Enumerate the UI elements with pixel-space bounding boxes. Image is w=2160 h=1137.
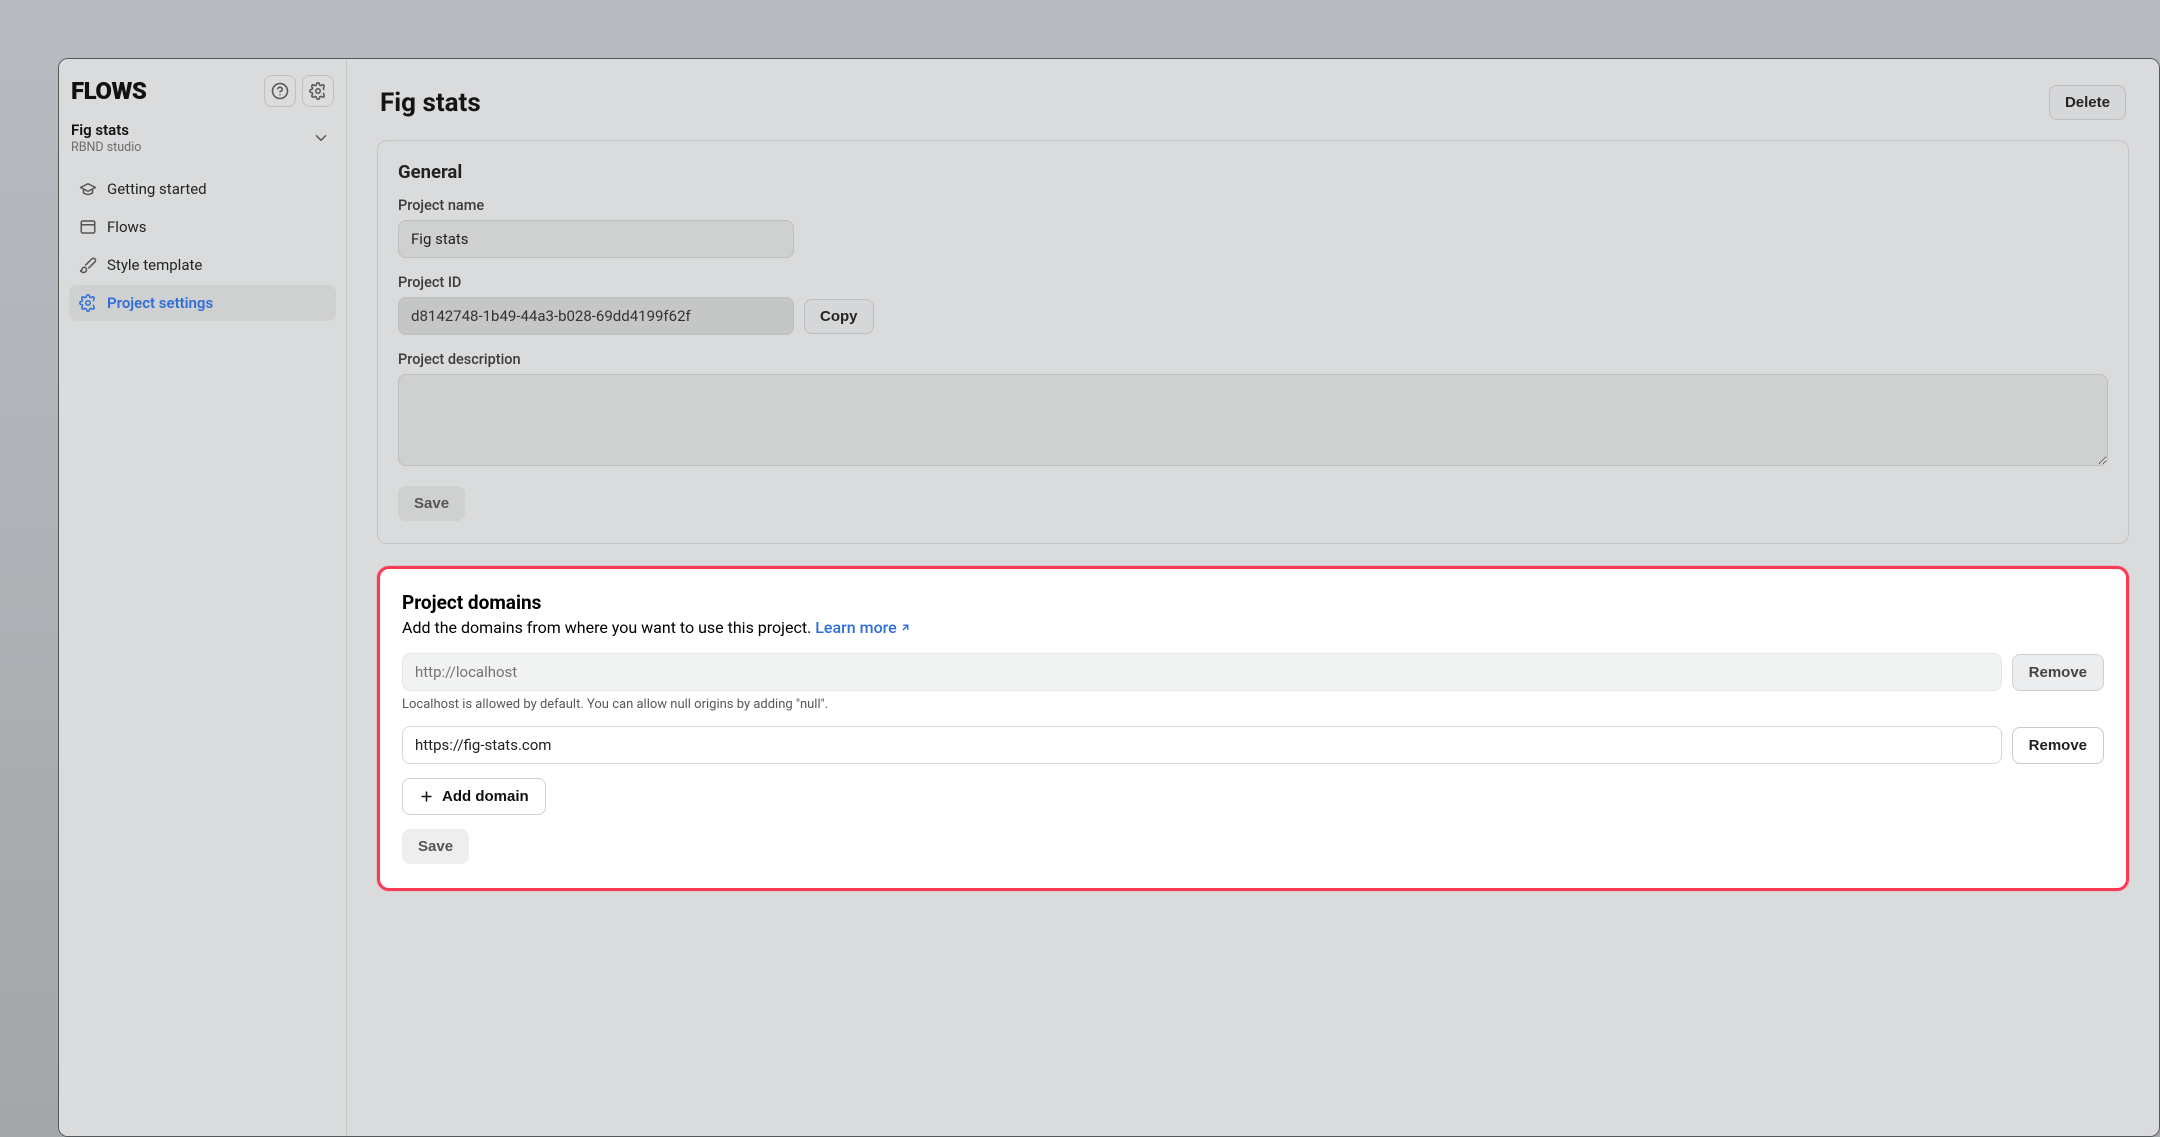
learn-more-label: Learn more — [815, 618, 896, 637]
sidebar-item-getting-started[interactable]: Getting started — [69, 171, 336, 207]
add-domain-label: Add domain — [442, 788, 529, 805]
domains-subtitle-text: Add the domains from where you want to u… — [402, 618, 811, 637]
sidebar-item-style-template[interactable]: Style template — [69, 247, 336, 283]
external-link-icon — [900, 622, 911, 633]
gear-icon — [79, 294, 97, 312]
domain-remove-0[interactable]: Remove — [2012, 654, 2104, 691]
general-heading: General — [398, 161, 2108, 183]
domains-subtitle: Add the domains from where you want to u… — [402, 618, 2104, 637]
project-switcher[interactable]: Fig stats RBND studio — [69, 115, 336, 165]
domains-heading: Project domains — [402, 591, 2104, 614]
page-title: Fig stats — [380, 88, 481, 118]
add-domain-button[interactable]: Add domain — [402, 778, 546, 815]
general-card: General Project name Project ID Copy Pro… — [377, 140, 2129, 544]
project-name-label: Project name — [398, 197, 2108, 214]
project-id-field[interactable] — [398, 297, 794, 335]
project-switch-org: RBND studio — [71, 140, 141, 156]
logo: FLOWS — [71, 77, 146, 105]
domains-save-button[interactable]: Save — [402, 829, 469, 864]
project-switch-name: Fig stats — [71, 121, 141, 140]
copy-button[interactable]: Copy — [804, 299, 874, 334]
sidebar-item-label: Project settings — [107, 294, 213, 312]
domain-input-1[interactable] — [402, 726, 2002, 764]
chevron-down-icon — [312, 129, 330, 147]
domain-input-0[interactable] — [402, 653, 2002, 691]
project-name-input[interactable] — [398, 220, 794, 258]
localhost-help: Localhost is allowed by default. You can… — [402, 697, 2104, 712]
graduation-cap-icon — [79, 180, 97, 198]
main-content: Fig stats Delete General Project name Pr… — [347, 59, 2159, 1136]
project-id-label: Project ID — [398, 274, 2108, 291]
layout-icon — [79, 218, 97, 236]
delete-button[interactable]: Delete — [2049, 85, 2126, 120]
learn-more-link[interactable]: Learn more — [815, 618, 910, 637]
sidebar-nav: Getting started Flows Style template Pro… — [69, 171, 336, 321]
project-desc-label: Project description — [398, 351, 2108, 368]
project-desc-input[interactable] — [398, 374, 2108, 466]
gear-icon — [309, 82, 327, 100]
sidebar-item-label: Flows — [107, 218, 147, 236]
sidebar-item-label: Style template — [107, 256, 202, 274]
plus-icon — [419, 789, 434, 804]
brush-icon — [79, 256, 97, 274]
domains-card: Project domains Add the domains from whe… — [377, 566, 2129, 891]
app-window: FLOWS Fig stats RBND studio — [58, 58, 2160, 1137]
sidebar: FLOWS Fig stats RBND studio — [59, 59, 347, 1136]
sidebar-item-flows[interactable]: Flows — [69, 209, 336, 245]
domain-remove-1[interactable]: Remove — [2012, 727, 2104, 764]
sidebar-item-project-settings[interactable]: Project settings — [69, 285, 336, 321]
general-save-button[interactable]: Save — [398, 486, 465, 521]
sidebar-item-label: Getting started — [107, 180, 207, 198]
settings-button[interactable] — [302, 75, 334, 107]
help-button[interactable] — [264, 75, 296, 107]
question-icon — [271, 82, 289, 100]
